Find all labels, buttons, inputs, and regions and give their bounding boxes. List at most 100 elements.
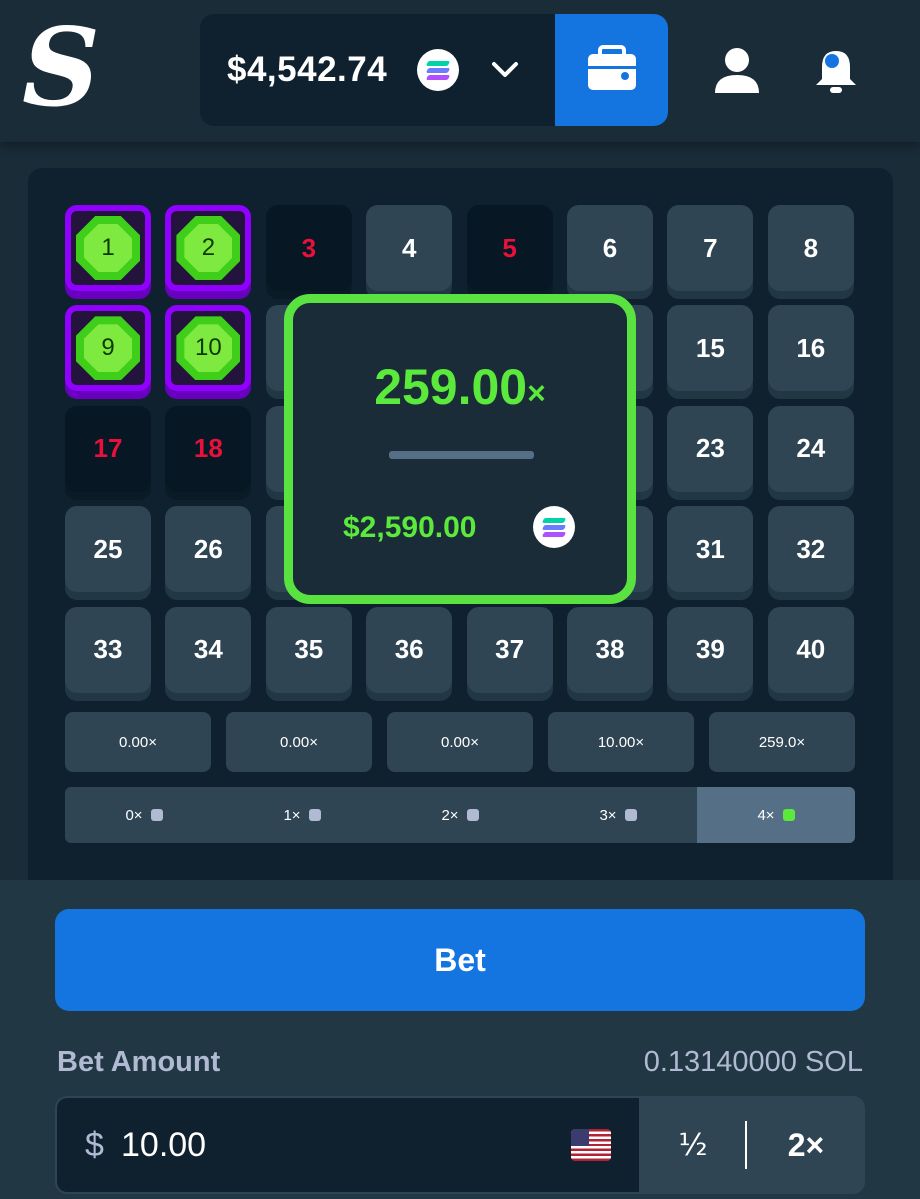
hit-count-bar: 0× 1× 2× 3× 4× (65, 787, 855, 843)
top-bar: S $4,542.74 (0, 0, 920, 142)
tile-number: 2 (201, 234, 216, 261)
keno-tile[interactable]: 35 (265, 606, 352, 693)
keno-tile-hit[interactable]: 2 (165, 205, 252, 291)
hit-count-label: 0× (125, 806, 143, 824)
win-multiplier: 259.00× (293, 358, 627, 416)
bet-controls: Bet Bet Amount 0.13140000 SOL $ ½ 2× (0, 880, 920, 1199)
keno-tile[interactable]: 16 (767, 305, 854, 392)
gem-icon: 9 (76, 316, 140, 380)
keno-tile[interactable]: 38 (567, 606, 653, 693)
tile-number: 7 (703, 232, 718, 263)
tile-number: 38 (595, 634, 625, 665)
tile-number: 17 (93, 433, 123, 464)
site-logo[interactable]: S (22, 14, 100, 123)
keno-tile[interactable]: 8 (767, 205, 854, 291)
gem-indicator-icon (782, 809, 795, 821)
user-icon[interactable] (712, 45, 762, 95)
gem-indicator-icon (466, 809, 479, 821)
gem-indicator-icon (624, 809, 637, 821)
keno-tile[interactable]: 39 (667, 606, 754, 693)
keno-tile-miss[interactable]: 17 (65, 405, 151, 492)
keno-tile-miss[interactable]: 5 (466, 205, 553, 291)
bet-amount-field[interactable]: $ (57, 1098, 639, 1192)
tile-number: 32 (796, 533, 826, 564)
keno-tile[interactable]: 40 (767, 606, 854, 693)
payout-multiplier: 10.00× (548, 712, 694, 772)
gem-indicator-icon (308, 809, 321, 821)
hit-count-cell: 1× (223, 787, 381, 843)
wallet-balance-selector[interactable]: $4,542.74 (200, 14, 668, 126)
hit-count-label: 3× (599, 806, 617, 824)
tile-number: 39 (695, 634, 725, 665)
half-bet-button[interactable]: ½ (639, 1096, 747, 1194)
double-bet-button[interactable]: 2× (747, 1096, 865, 1194)
keno-tile[interactable]: 26 (165, 506, 252, 593)
win-popup: 259.00× $2,590.00 (284, 294, 636, 604)
hit-count-cell: 3× (539, 787, 697, 843)
tile-number: 16 (796, 332, 826, 363)
keno-tile[interactable]: 24 (767, 405, 854, 492)
us-flag-icon[interactable] (571, 1129, 611, 1161)
hit-count-label: 4× (757, 806, 775, 824)
gem-icon: 10 (176, 316, 240, 380)
keno-tile-hit[interactable]: 9 (65, 305, 151, 392)
bet-amount-sol: 0.13140000 SOL (643, 1046, 863, 1078)
chevron-down-icon[interactable] (488, 52, 522, 86)
tile-number: 15 (695, 332, 725, 363)
gem-icon: 2 (176, 216, 240, 280)
keno-tile[interactable]: 25 (65, 506, 151, 593)
win-multiplier-suffix: × (527, 375, 546, 411)
hit-count-cell: 2× (381, 787, 539, 843)
bet-button[interactable]: Bet (55, 909, 865, 1011)
tile-number: 3 (301, 232, 317, 263)
tile-number: 18 (193, 433, 223, 464)
bell-icon[interactable] (810, 45, 862, 97)
tile-number: 6 (602, 232, 618, 263)
keno-tile[interactable]: 32 (767, 506, 854, 593)
keno-tile-hit[interactable]: 1 (65, 205, 151, 291)
tile-number: 31 (695, 533, 725, 564)
tile-number: 5 (502, 232, 517, 263)
hit-count-cell: 4× (697, 787, 855, 843)
keno-tile[interactable]: 37 (466, 606, 553, 693)
keno-tile[interactable]: 15 (667, 305, 754, 392)
payout-multiplier: 259.0× (709, 712, 855, 772)
solana-coin-icon (417, 49, 459, 91)
payout-multiplier: 0.00× (65, 712, 211, 772)
tile-number: 36 (394, 634, 424, 665)
tile-number: 40 (796, 634, 826, 665)
keno-tile-miss[interactable]: 18 (165, 405, 252, 492)
win-multiplier-value: 259.00 (374, 359, 528, 415)
tile-number: 9 (101, 334, 115, 362)
tile-number: 34 (193, 634, 223, 665)
hit-count-cell: 0× (65, 787, 223, 843)
keno-tile[interactable]: 6 (567, 205, 653, 291)
keno-tile[interactable]: 33 (65, 606, 151, 693)
tile-number: 25 (93, 533, 123, 564)
keno-tile[interactable]: 7 (667, 205, 754, 291)
bet-amount-group: $ ½ 2× (55, 1096, 865, 1194)
tile-number: 26 (193, 533, 223, 564)
tile-number: 24 (796, 433, 826, 464)
tile-number: 35 (294, 634, 324, 665)
keno-tile[interactable]: 23 (667, 405, 754, 492)
keno-tile[interactable]: 4 (366, 205, 453, 291)
balance-amount: $4,542.74 (227, 50, 388, 89)
tile-number: 33 (93, 634, 123, 665)
tile-number: 1 (101, 234, 115, 261)
bet-amount-label: Bet Amount (57, 1046, 221, 1078)
keno-tile-miss[interactable]: 3 (265, 205, 352, 291)
payout-multiplier: 0.00× (226, 712, 372, 772)
keno-tile[interactable]: 36 (366, 606, 453, 693)
win-amount: $2,590.00 (343, 511, 477, 544)
keno-tile[interactable]: 31 (667, 506, 754, 593)
gem-icon: 1 (76, 216, 140, 280)
wallet-icon (588, 45, 636, 90)
bet-amount-input[interactable] (121, 1120, 541, 1170)
win-divider (389, 451, 534, 459)
gem-indicator-icon (150, 809, 163, 821)
wallet-button[interactable] (555, 14, 668, 126)
keno-tile[interactable]: 34 (165, 606, 252, 693)
keno-tile-hit[interactable]: 10 (165, 305, 252, 392)
currency-symbol: $ (85, 1126, 104, 1164)
